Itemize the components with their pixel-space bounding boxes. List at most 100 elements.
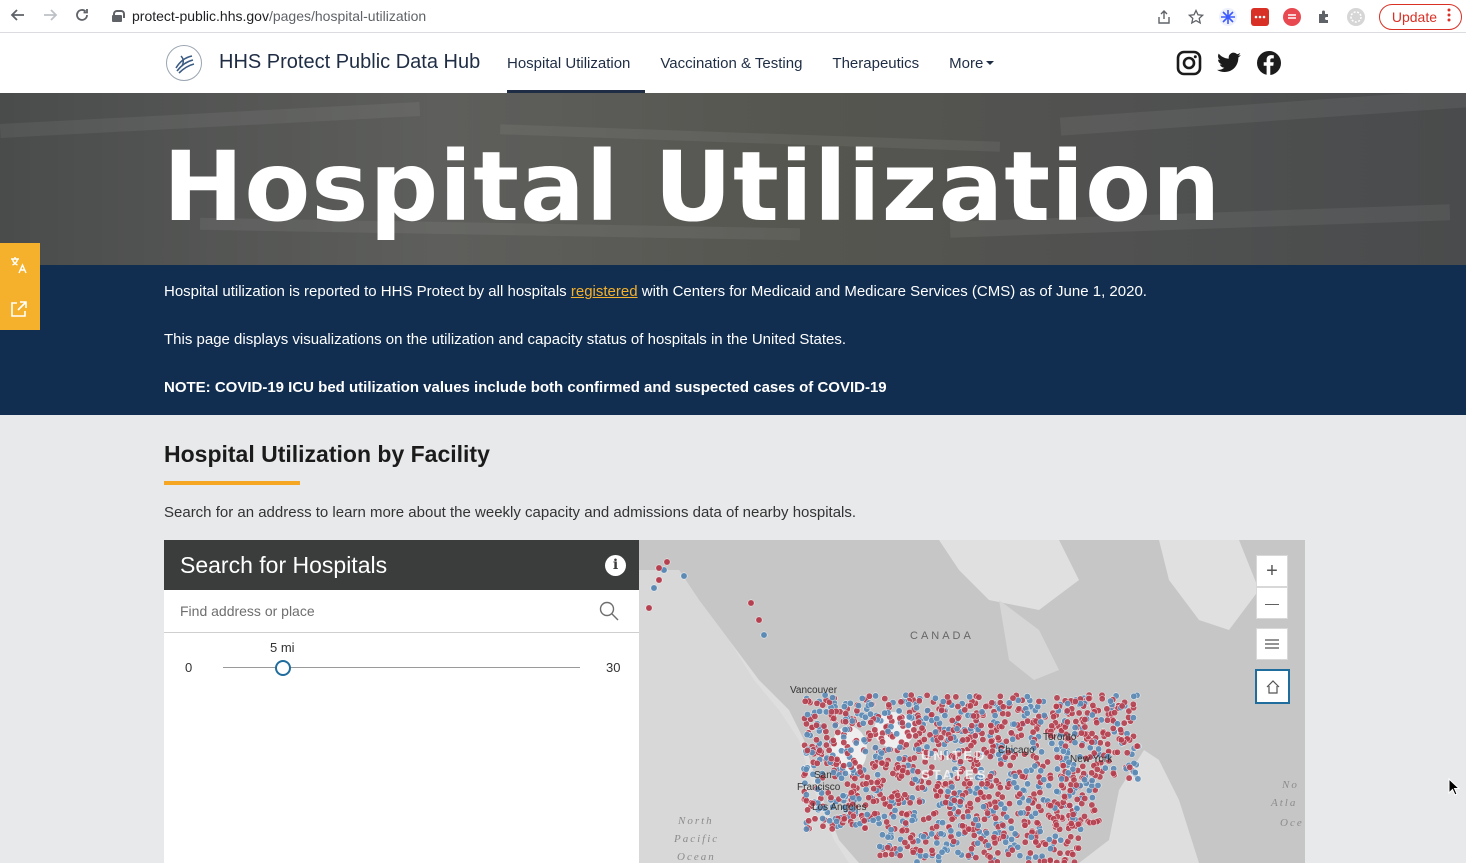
hospital-marker[interactable] (1113, 748, 1121, 756)
hospital-marker[interactable] (813, 721, 820, 729)
hospital-marker[interactable] (1031, 762, 1039, 770)
hospital-marker[interactable] (987, 728, 995, 736)
hospital-marker[interactable] (1090, 819, 1097, 826)
hospital-marker[interactable] (1024, 805, 1032, 813)
forward-icon[interactable] (38, 3, 62, 27)
hospital-marker[interactable] (958, 822, 966, 830)
hospital-marker[interactable] (959, 736, 967, 744)
hospital-marker[interactable] (876, 843, 884, 850)
hospital-marker[interactable] (1064, 769, 1072, 777)
hospital-marker[interactable] (1075, 709, 1083, 717)
hospital-marker[interactable] (1072, 718, 1080, 725)
hospital-marker[interactable] (916, 798, 923, 806)
zoom-in-button[interactable]: + (1256, 555, 1288, 587)
hospital-marker[interactable] (829, 736, 837, 744)
hospital-marker[interactable] (872, 692, 880, 700)
nav-hospital-utilization[interactable]: Hospital Utilization (507, 33, 646, 93)
hospital-marker[interactable] (961, 706, 969, 714)
hospital-marker[interactable] (1047, 845, 1054, 853)
hospital-marker[interactable] (843, 780, 851, 788)
hospital-marker[interactable] (833, 817, 841, 825)
hospital-marker[interactable] (1017, 731, 1025, 739)
hospital-marker[interactable] (987, 737, 995, 745)
hospital-marker[interactable] (827, 755, 835, 763)
hospital-marker[interactable] (860, 736, 868, 744)
hospital-marker[interactable] (1085, 695, 1093, 702)
hospital-marker[interactable] (916, 847, 924, 855)
hospital-marker[interactable] (1103, 705, 1111, 713)
hospital-marker[interactable] (805, 817, 813, 825)
hospital-marker[interactable] (1088, 730, 1096, 737)
hospital-marker[interactable] (1067, 820, 1075, 828)
hospital-marker[interactable] (1074, 834, 1082, 842)
hospital-marker[interactable] (1094, 781, 1102, 789)
hospital-marker[interactable] (861, 824, 869, 832)
hospital-marker[interactable] (1002, 737, 1010, 745)
hospital-marker[interactable] (933, 715, 941, 723)
hospital-marker[interactable] (1107, 697, 1114, 705)
hospital-marker[interactable] (933, 782, 941, 790)
hospital-marker[interactable] (885, 701, 893, 709)
hospital-marker[interactable] (980, 803, 987, 811)
hospital-marker[interactable] (947, 827, 955, 835)
hospital-marker[interactable] (938, 706, 946, 714)
hospital-marker[interactable] (970, 712, 978, 720)
hospital-marker[interactable] (990, 833, 998, 841)
hospital-marker[interactable] (931, 694, 939, 702)
hospital-marker[interactable] (983, 829, 991, 837)
nav-therapeutics[interactable]: Therapeutics (832, 33, 919, 93)
hospital-marker[interactable] (1036, 789, 1044, 796)
hospital-marker[interactable] (954, 808, 962, 816)
hospital-marker[interactable] (827, 794, 835, 802)
hospital-marker[interactable] (663, 558, 671, 566)
hospital-marker[interactable] (1133, 742, 1141, 750)
hospital-marker[interactable] (1109, 769, 1117, 777)
hospital-marker[interactable] (1067, 833, 1075, 841)
hospital-marker[interactable] (1024, 717, 1032, 725)
hospital-marker[interactable] (1052, 702, 1060, 710)
hospital-marker[interactable] (1071, 698, 1079, 705)
hospital-marker[interactable] (933, 839, 941, 847)
hospital-marker[interactable] (1027, 833, 1035, 841)
hospital-marker[interactable] (855, 702, 863, 710)
hospital-marker[interactable] (925, 814, 933, 822)
hospital-marker[interactable] (895, 707, 903, 715)
hospital-marker[interactable] (972, 816, 980, 824)
hospital-marker[interactable] (1053, 694, 1061, 702)
hospital-marker[interactable] (819, 815, 827, 822)
hospital-marker[interactable] (996, 784, 1004, 792)
hospital-marker[interactable] (680, 572, 688, 580)
hospital-marker[interactable] (1126, 763, 1134, 771)
hospital-marker[interactable] (950, 837, 958, 845)
hospital-marker[interactable] (968, 845, 975, 853)
profile-avatar[interactable] (1346, 7, 1365, 26)
hospital-marker[interactable] (907, 834, 915, 842)
hospital-marker[interactable] (1088, 711, 1096, 719)
hospital-marker[interactable] (881, 709, 889, 717)
hospital-marker[interactable] (655, 576, 663, 584)
hospital-marker[interactable] (890, 813, 898, 821)
hospital-marker[interactable] (833, 755, 841, 763)
hospital-marker[interactable] (1066, 802, 1074, 809)
hospital-marker[interactable] (908, 817, 916, 824)
hospital-marker[interactable] (1053, 753, 1061, 761)
hospital-marker[interactable] (1071, 724, 1079, 732)
hospital-marker[interactable] (1111, 709, 1119, 717)
hospital-marker[interactable] (986, 853, 994, 861)
hospital-marker[interactable] (898, 827, 906, 835)
hospital-marker[interactable] (645, 604, 653, 612)
hospital-marker[interactable] (1047, 802, 1055, 810)
hospital-marker[interactable] (987, 722, 995, 729)
extension-snowflake-icon[interactable] (1218, 7, 1237, 26)
hospital-marker[interactable] (1077, 729, 1085, 737)
hospital-marker[interactable] (932, 728, 939, 736)
hospital-marker[interactable] (1051, 832, 1059, 840)
hospital-marker[interactable] (858, 694, 866, 702)
hospital-marker[interactable] (1081, 795, 1089, 802)
hospital-marker[interactable] (856, 768, 864, 776)
hospital-marker[interactable] (826, 817, 834, 825)
translate-icon[interactable] (9, 255, 29, 275)
hospital-marker[interactable] (1081, 776, 1089, 784)
hospital-marker[interactable] (1088, 777, 1096, 785)
hospital-marker[interactable] (1007, 824, 1015, 832)
